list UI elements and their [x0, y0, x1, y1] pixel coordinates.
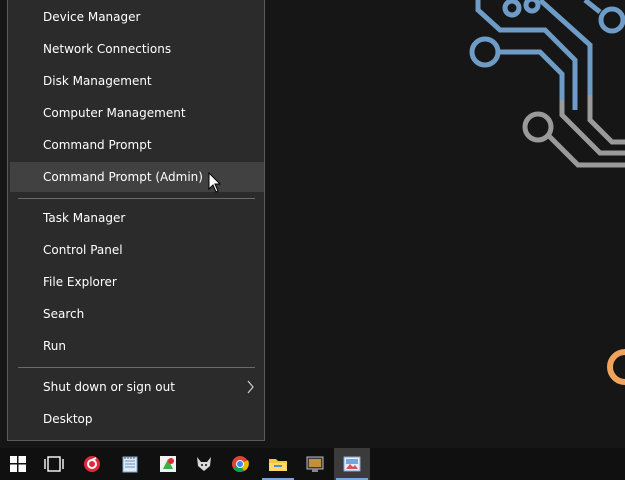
menu-item-label: Desktop	[43, 412, 93, 426]
app-monitor[interactable]	[297, 448, 333, 480]
menu-item-label: Network Connections	[43, 42, 172, 56]
menu-item-desktop[interactable]: Desktop	[10, 404, 264, 434]
menu-item-label: Command Prompt (Admin)	[43, 170, 203, 184]
menu-item-network-connections[interactable]: Network Connections	[10, 34, 264, 64]
menu-item-label: Shut down or sign out	[43, 380, 175, 394]
red-circle-app-icon	[84, 456, 100, 472]
menu-item-label: Control Panel	[43, 243, 123, 257]
menu-item-label: Disk Management	[43, 74, 152, 88]
chrome-icon	[232, 456, 249, 473]
menu-item-search[interactable]: Search	[10, 299, 264, 329]
menu-separator	[18, 367, 255, 368]
menu-item-run[interactable]: Run	[10, 331, 264, 361]
fox-app-icon	[197, 457, 211, 471]
menu-item-shut-down-or-sign-out[interactable]: Shut down or sign out	[10, 372, 264, 402]
menu-item-file-explorer[interactable]: File Explorer	[10, 267, 264, 297]
menu-item-task-manager[interactable]: Task Manager	[10, 203, 264, 233]
monitor-app-icon	[306, 456, 324, 472]
windows-logo-icon	[10, 456, 26, 472]
start-button[interactable]	[0, 448, 36, 480]
menu-item-label: File Explorer	[43, 275, 117, 289]
menu-separator	[18, 198, 255, 199]
image-app-icon	[343, 456, 361, 472]
notepad-icon	[122, 456, 138, 473]
task-view-icon	[44, 456, 64, 472]
task-view-button[interactable]	[36, 448, 72, 480]
menu-item-device-manager[interactable]: Device Manager	[10, 2, 264, 32]
menu-item-command-prompt-admin[interactable]: Command Prompt (Admin)	[10, 162, 264, 192]
app-paint[interactable]	[150, 448, 186, 480]
menu-item-disk-management[interactable]: Disk Management	[10, 66, 264, 96]
menu-item-label: Computer Management	[43, 106, 186, 120]
menu-item-command-prompt[interactable]: Command Prompt	[10, 130, 264, 160]
menu-item-label: Search	[43, 307, 85, 321]
app-red-circle[interactable]	[74, 448, 110, 480]
app-file-explorer[interactable]	[260, 448, 296, 480]
menu-item-label: Device Manager	[43, 10, 141, 24]
app-chrome[interactable]	[222, 448, 258, 480]
mouse-cursor-icon	[208, 172, 222, 193]
app-notepad[interactable]	[112, 448, 148, 480]
app-image[interactable]	[334, 448, 370, 480]
app-fox[interactable]	[186, 448, 222, 480]
taskbar	[0, 448, 625, 480]
winx-power-user-menu: Device Manager Network Connections Disk …	[7, 0, 265, 441]
chevron-right-icon	[247, 380, 254, 394]
paint-icon	[160, 456, 176, 472]
menu-item-label: Command Prompt	[43, 138, 152, 152]
menu-item-label: Run	[43, 339, 67, 353]
menu-item-control-panel[interactable]: Control Panel	[10, 235, 264, 265]
menu-item-label: Task Manager	[43, 211, 126, 225]
folder-icon	[269, 459, 287, 471]
menu-item-computer-management[interactable]: Computer Management	[10, 98, 264, 128]
